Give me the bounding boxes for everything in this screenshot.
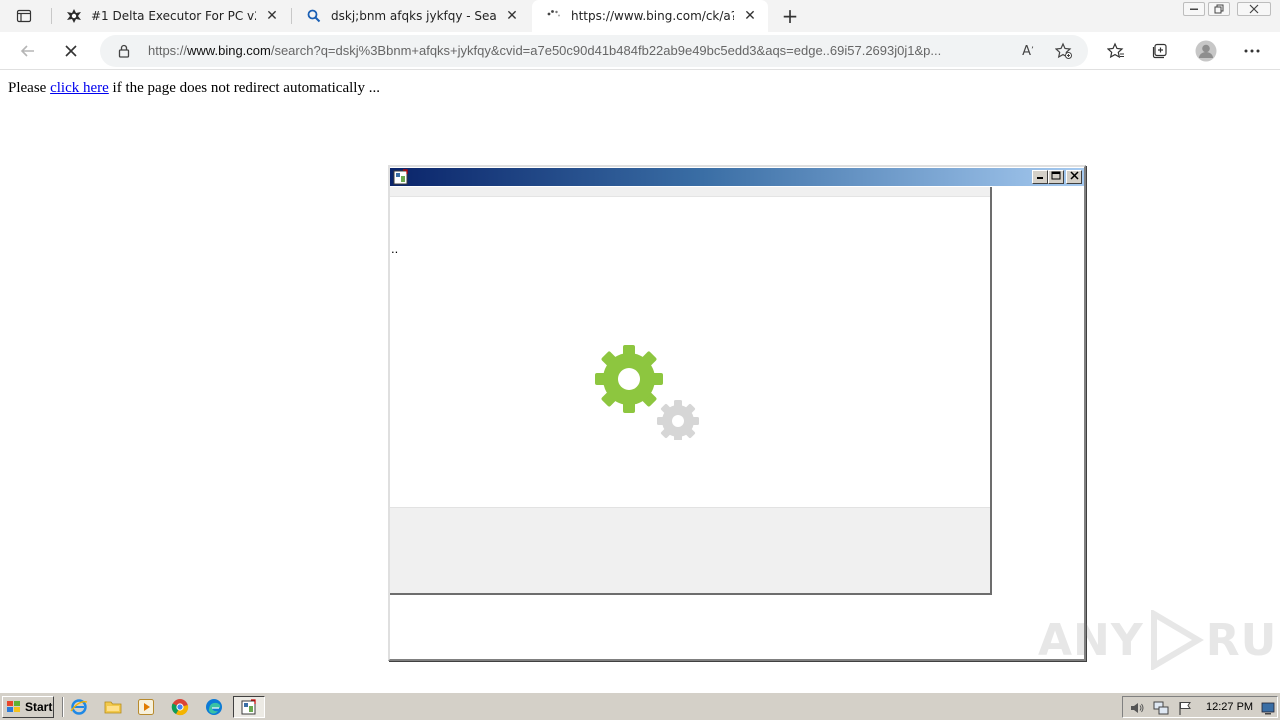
small-gear-icon	[657, 400, 699, 440]
taskbar-app-button[interactable]	[233, 696, 265, 718]
tab-title: #1 Delta Executor For PC v25 (.e	[91, 9, 256, 23]
stop-loading-button[interactable]	[57, 37, 85, 65]
add-favorite-icon[interactable]	[1054, 41, 1074, 61]
redirect-prefix: Please	[8, 80, 51, 96]
popup-window: ..	[388, 165, 1086, 661]
favorites-button[interactable]	[1102, 37, 1130, 65]
url-path: /search?q=dskj%3Bbnm+afqks+jykfqy&cvid=a…	[270, 43, 942, 58]
media-player-icon[interactable]	[137, 698, 155, 716]
lock-icon[interactable]	[116, 43, 132, 59]
action-center-flag-icon[interactable]	[1177, 700, 1193, 716]
setup-dialog-panel: ..	[390, 187, 992, 595]
popup-titlebar[interactable]	[390, 168, 1084, 186]
url-host: www.bing.com	[187, 43, 271, 58]
watermark-text-left: ANY	[1038, 614, 1144, 666]
close-icon[interactable]: ✕	[504, 8, 520, 24]
show-desktop-icon[interactable]	[1260, 700, 1276, 716]
play-logo-icon	[1150, 610, 1204, 670]
settings-more-button[interactable]	[1238, 37, 1266, 65]
tab-bing-search[interactable]: dskj;bnm afqks jykfqy - Search ✕	[292, 0, 530, 32]
redirect-suffix: if the page does not redirect automatica…	[108, 80, 380, 96]
address-bar[interactable]: https://www.bing.com/search?q=dskj%3Bbnm…	[100, 35, 1088, 67]
redirect-message: Please click here if the page does not r…	[8, 80, 380, 97]
popup-minimize-button[interactable]	[1032, 170, 1048, 184]
anyrun-watermark: ANY RUN	[1038, 608, 1280, 672]
gears-icon	[595, 345, 699, 440]
tab-title: https://www.bing.com/ck/a?!&	[571, 9, 734, 23]
popup-close-button[interactable]	[1066, 170, 1082, 184]
popup-maximize-button[interactable]	[1048, 170, 1064, 184]
network-icon[interactable]	[1153, 700, 1169, 716]
clock[interactable]: 12:27 PM	[1206, 697, 1253, 717]
close-icon[interactable]: ✕	[264, 8, 280, 24]
click-here-link[interactable]: click here	[50, 80, 109, 96]
url-scheme: https://	[148, 43, 188, 58]
dialog-status-text: ..	[391, 241, 399, 256]
dialog-header-strip	[390, 187, 990, 197]
browser-nav-bar: https://www.bing.com/search?q=dskj%3Bbnm…	[0, 32, 1280, 70]
windows-flag-icon	[7, 701, 20, 712]
taskbar-separator	[62, 697, 64, 717]
edge-icon[interactable]	[205, 698, 223, 716]
close-icon[interactable]: ✕	[742, 8, 758, 24]
file-explorer-icon[interactable]	[104, 698, 122, 716]
collections-button[interactable]	[1146, 37, 1174, 65]
loading-icon	[546, 8, 562, 24]
read-aloud-icon[interactable]: Aʼ	[1018, 41, 1038, 61]
search-icon	[306, 8, 322, 24]
internet-explorer-icon[interactable]	[70, 698, 88, 716]
chrome-icon[interactable]	[171, 698, 189, 716]
browser-tab-strip: #1 Delta Executor For PC v25 (.e ✕ dskj;…	[0, 0, 1280, 32]
dialog-footer	[390, 507, 990, 593]
taskbar: Start 12:27 PM	[0, 692, 1280, 720]
tab-title: dskj;bnm afqks jykfqy - Search	[331, 9, 496, 23]
tab-delta-executor[interactable]: #1 Delta Executor For PC v25 (.e ✕	[52, 0, 290, 32]
profile-avatar[interactable]	[1192, 37, 1220, 65]
delta-icon	[66, 8, 82, 24]
restore-window-button[interactable]	[1208, 2, 1230, 16]
system-tray: 12:27 PM	[1122, 696, 1278, 718]
tab-bing-redirect[interactable]: https://www.bing.com/ck/a?!& ✕	[532, 0, 768, 32]
new-tab-button[interactable]: +	[778, 4, 802, 28]
application-icon	[241, 699, 256, 715]
watermark-text-right: RUN	[1205, 614, 1280, 666]
volume-icon[interactable]	[1129, 700, 1145, 716]
back-button[interactable]	[14, 37, 42, 65]
close-window-button[interactable]	[1237, 2, 1271, 16]
minimize-window-button[interactable]	[1183, 2, 1205, 16]
application-icon	[393, 169, 409, 185]
large-gear-icon	[595, 345, 663, 413]
url-text[interactable]: https://www.bing.com/search?q=dskj%3Bbnm…	[148, 35, 1008, 67]
start-button[interactable]: Start	[2, 696, 54, 718]
tab-actions-icon[interactable]	[8, 5, 40, 27]
start-label: Start	[25, 700, 53, 714]
